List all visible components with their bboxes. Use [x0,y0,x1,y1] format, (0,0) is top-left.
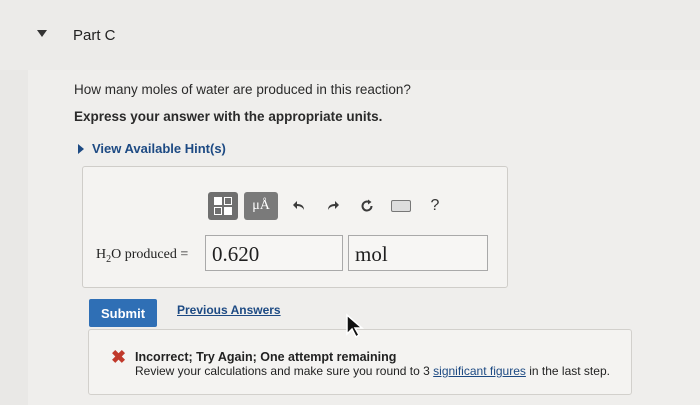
reset-icon[interactable] [352,192,382,220]
units-icon[interactable]: μÅ [244,192,278,220]
collapse-arrow-icon[interactable] [37,30,47,37]
feedback-title: Incorrect; Try Again; One attempt remain… [135,350,397,364]
templates-icon[interactable] [208,192,238,220]
part-title: Part C [73,27,116,44]
help-label: ? [430,197,440,214]
feedback-text-before: Review your calculations and make sure y… [135,364,430,378]
part-header[interactable]: Part C [0,0,700,70]
caret-right-icon [78,143,84,154]
instruction-text: Express your answer with the appropriate… [74,109,383,124]
undo-icon[interactable] [284,192,314,220]
submit-button[interactable]: Submit [89,299,157,327]
view-hints-toggle[interactable]: View Available Hint(s) [78,141,226,156]
label-prefix: H [96,247,107,262]
units-label: μÅ [252,198,270,213]
mouse-cursor-icon [345,313,367,344]
label-suffix: O produced = [111,247,189,262]
question-text: How many moles of water are produced in … [74,82,411,97]
unit-field[interactable]: mol [348,235,488,271]
previous-answers-link[interactable]: Previous Answers [177,303,281,317]
help-icon[interactable]: ? [420,192,450,220]
value-field[interactable]: 0.620 [205,235,343,271]
hint-label: View Available Hint(s) [92,141,226,156]
feedback-text-after: in the last step. [529,364,610,378]
redo-icon[interactable] [318,192,348,220]
keyboard-icon[interactable] [386,192,416,220]
math-toolbar: μÅ ? [208,190,454,222]
significant-figures-link[interactable]: significant figures [433,364,526,378]
answer-label: H2O produced = [96,247,188,265]
feedback-message: Review your calculations and make sure y… [135,364,610,378]
incorrect-x-icon: ✖ [111,347,127,367]
